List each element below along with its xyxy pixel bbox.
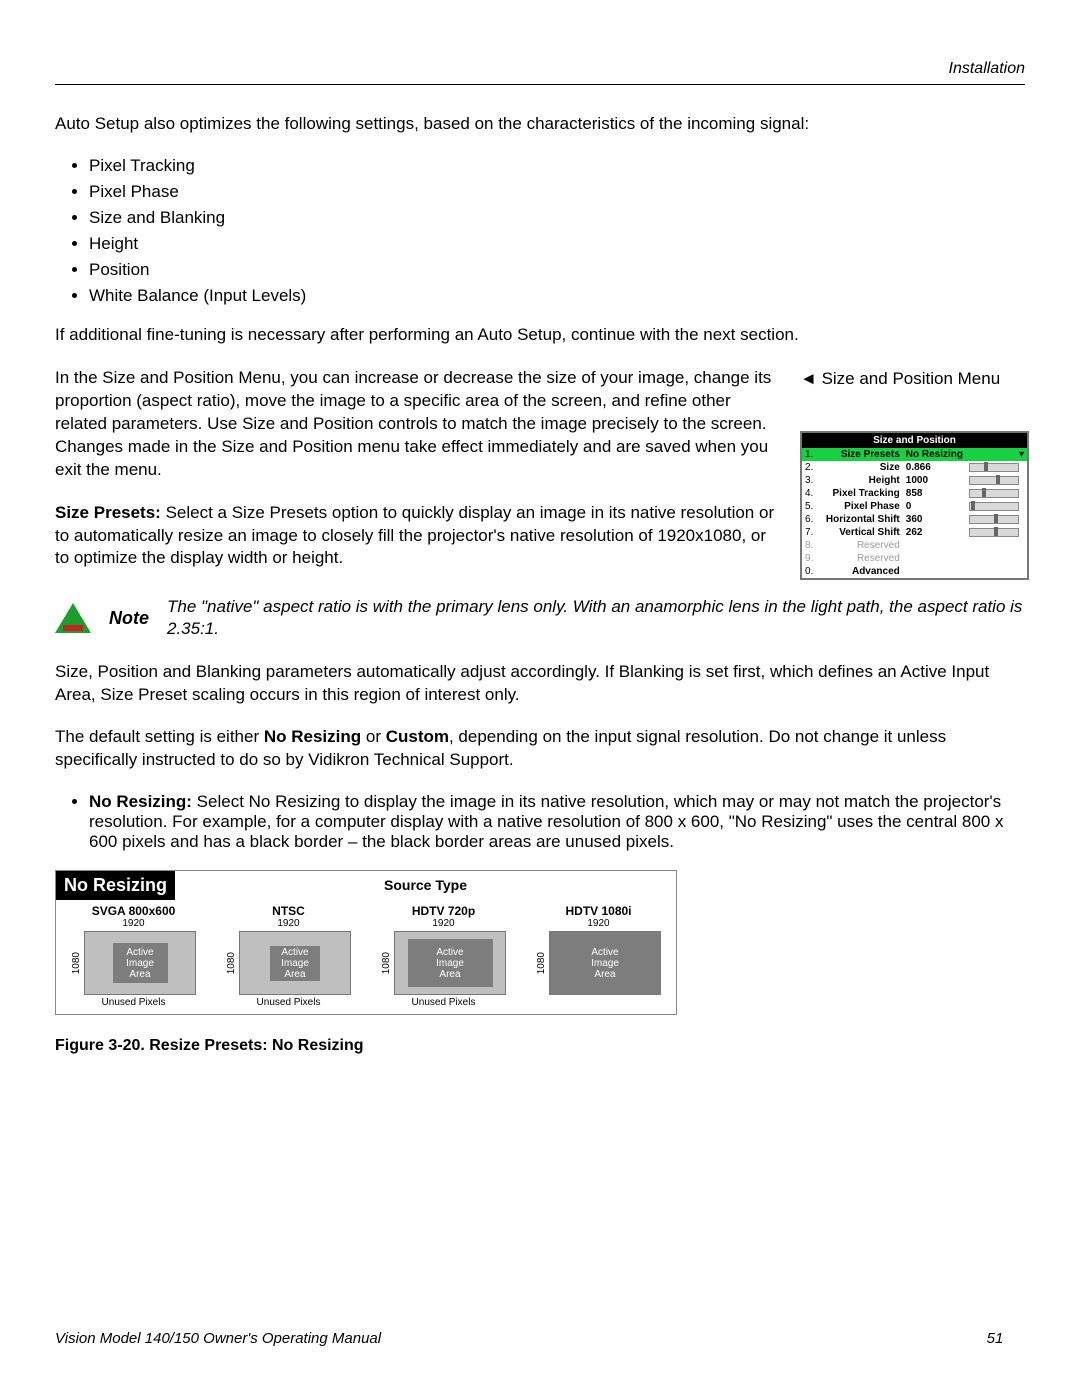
intro-after: If additional fine-tuning is necessary a… — [55, 324, 1025, 347]
bullet-item: White Balance (Input Levels) — [89, 286, 1025, 306]
bullet-item: Position — [89, 260, 1025, 280]
footer-page: 51 — [965, 1330, 1025, 1347]
osd-row: 1.Size PresetsNo Resizing▾ — [802, 448, 1027, 461]
size-presets-text: Select a Size Presets option to quickly … — [55, 503, 774, 568]
osd-row: 0.Advanced — [802, 565, 1027, 578]
note-block: Note The "native" aspect ratio is with t… — [55, 596, 1025, 640]
intro-lead: Auto Setup also optimizes the following … — [55, 113, 1025, 136]
bullet-item: Pixel Phase — [89, 182, 1025, 202]
no-resizing-bullet: No Resizing: Select No Resizing to displ… — [55, 792, 1025, 852]
figure-cell: NTSC19201080ActiveImageAreaUnused Pixels — [211, 900, 366, 1014]
bullet-item: Height — [89, 234, 1025, 254]
t: No Resizing — [264, 727, 361, 746]
osd-row: 7.Vertical Shift262 — [802, 526, 1027, 539]
footer: Vision Model 140/150 Owner's Operating M… — [55, 1330, 1025, 1347]
section-header: Installation — [55, 60, 1025, 85]
size-presets-label: Size Presets: — [55, 503, 161, 522]
note-text: The "native" aspect ratio is with the pr… — [167, 596, 1025, 640]
t: The default setting is either — [55, 727, 264, 746]
osd-row: 9.Reserved — [802, 552, 1027, 565]
osd-row: 5.Pixel Phase0 — [802, 500, 1027, 513]
sizepos-para: In the Size and Position Menu, you can i… — [55, 367, 776, 482]
figure-caption: Figure 3-20. Resize Presets: No Resizing — [55, 1037, 1025, 1055]
figure-cell: HDTV 720p19201080ActiveImageAreaUnused P… — [366, 900, 521, 1014]
osd-row: 8.Reserved — [802, 539, 1027, 552]
bullet-item: Size and Blanking — [89, 208, 1025, 228]
figure-table: No Resizing Source Type SVGA 800x6001920… — [55, 870, 677, 1015]
osd-row: 3.Height1000 — [802, 474, 1027, 487]
after-note-p2: The default setting is either No Resizin… — [55, 726, 1025, 772]
osd-title: Size and Position — [802, 433, 1027, 448]
figure-source-type: Source Type — [175, 871, 676, 900]
osd-row: 6.Horizontal Shift360 — [802, 513, 1027, 526]
sizepos-presets: Size Presets: Select a Size Presets opti… — [55, 502, 776, 571]
intro-bullets: Pixel Tracking Pixel Phase Size and Blanki… — [55, 156, 1025, 306]
note-icon — [55, 603, 91, 633]
osd-panel: Size and Position 1.Size PresetsNo Resiz… — [800, 431, 1029, 580]
footer-manual: Vision Model 140/150 Owner's Operating M… — [55, 1330, 965, 1347]
figure-cell: HDTV 1080i19201080ActiveImageArea — [521, 900, 676, 1014]
figure-badge: No Resizing — [56, 871, 175, 900]
t: or — [361, 727, 386, 746]
note-label: Note — [109, 608, 149, 629]
nr-text: Select No Resizing to display the image … — [89, 792, 1004, 851]
nr-label: No Resizing: — [89, 792, 192, 811]
osd-row: 4.Pixel Tracking858 — [802, 487, 1027, 500]
osd-row: 2.Size0.866 — [802, 461, 1027, 474]
figure-cell: SVGA 800x60019201080ActiveImageAreaUnuse… — [56, 900, 211, 1014]
side-heading: Size and Position Menu — [800, 369, 1025, 389]
t: Custom — [386, 727, 449, 746]
after-note-p1: Size, Position and Blanking parameters a… — [55, 661, 1025, 707]
bullet-item: Pixel Tracking — [89, 156, 1025, 176]
